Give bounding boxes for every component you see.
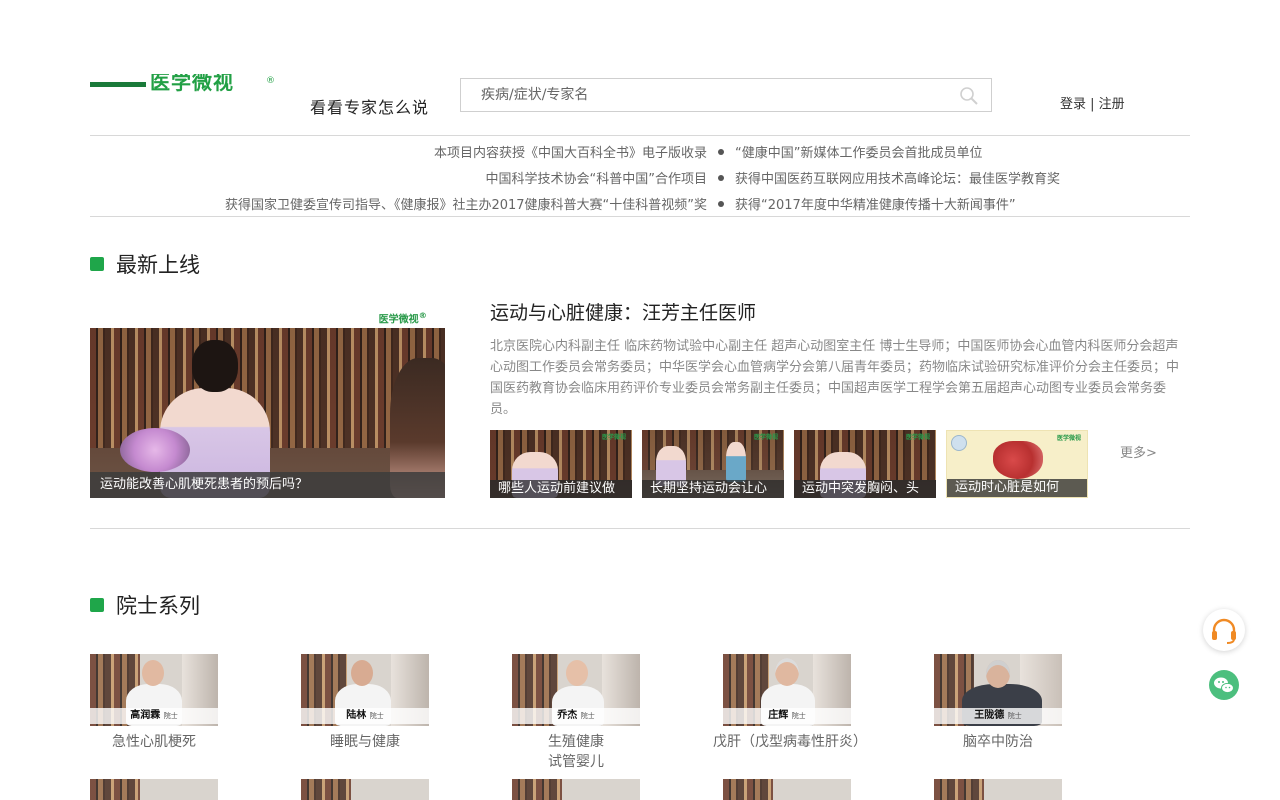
login-link[interactable]: 登录	[1060, 97, 1086, 112]
award-row: 获得国家卫健委宣传司指导、《健康报》社主办2017健康科普大赛“十佳科普视频”奖…	[90, 194, 1190, 214]
person-head	[775, 658, 799, 686]
academician-topic[interactable]: 脑卒中防治	[914, 732, 1082, 752]
award-text: 获得中国医药互联网应用技术高峰论坛：最佳医学教育奖	[735, 172, 1061, 187]
academician-topic[interactable]: 生殖健康 试管婴儿	[492, 732, 660, 772]
academician-photo[interactable]: 王陇德 院士	[934, 654, 1062, 726]
feature-logo: 医学微视®	[378, 310, 427, 326]
site-logo[interactable]: 医学微视 ®	[90, 74, 280, 94]
award-text: “健康中国”新媒体工作委员会首批成员单位	[735, 146, 983, 161]
academician-photo[interactable]: 陆林 院士	[301, 654, 429, 726]
logo-bar	[90, 82, 146, 87]
auth-separator: |	[1086, 97, 1099, 112]
video-thumbnail[interactable]: 医学微视 哪些人运动前建议做	[490, 430, 632, 498]
academician-photo[interactable]: 乔杰 院士	[512, 654, 640, 726]
customer-service-button[interactable]	[1203, 609, 1245, 651]
heart-illustration	[993, 441, 1043, 479]
wechat-icon	[1209, 670, 1239, 700]
flowers	[120, 428, 190, 472]
auth-links: 登录 | 注册	[1060, 93, 1125, 112]
academician-topic[interactable]: 睡眠与健康	[281, 732, 449, 752]
academician-photo[interactable]	[723, 779, 851, 800]
header: 医学微视 ® 看看专家怎么说 登录 | 注册	[0, 0, 1280, 135]
award-text: 获得国家卫健委宣传司指导、《健康报》社主办2017健康科普大赛“十佳科普视频”奖	[224, 198, 707, 213]
academician-topic[interactable]: 急性心肌梗死	[70, 732, 238, 752]
academician-name: 陆林 院士	[301, 708, 429, 724]
academician-name: 乔杰 院士	[512, 708, 640, 724]
video-caption: 长期坚持运动会让心	[642, 480, 784, 498]
thumbnail-logo: 医学微视	[905, 434, 930, 441]
award-text: 本项目内容获授《中国大百科全书》电子版收录	[433, 146, 707, 161]
headset-icon	[1212, 618, 1236, 644]
academician-photo[interactable]	[934, 779, 1062, 800]
academician-topic[interactable]: 戊肝（戊型病毒性肝炎）	[713, 732, 867, 752]
thumbnail-logo: 医学微视	[601, 434, 626, 441]
wechat-button[interactable]	[1203, 664, 1245, 706]
video-caption: 运动时心脏是如何	[947, 479, 1087, 497]
bullet-dot	[718, 149, 724, 155]
section-marker	[90, 257, 104, 271]
video-thumbnail[interactable]: 医学微视 运动中突发胸闷、头	[794, 430, 936, 498]
bookshelf-bg	[90, 779, 140, 800]
award-row: 中国科学技术协会“科普中国”合作项目 获得中国医药互联网应用技术高峰论坛：最佳医…	[90, 168, 1190, 188]
person-head	[986, 660, 1010, 688]
speaker-hair	[192, 340, 238, 392]
video-thumbnail[interactable]: 医学微视 运动时心脏是如何	[946, 430, 1088, 498]
search-icon[interactable]	[959, 86, 979, 106]
person-head	[142, 660, 164, 686]
award-row: 本项目内容获授《中国大百科全书》电子版收录 “健康中国”新媒体工作委员会首批成员…	[90, 142, 1190, 162]
academician-name: 王陇德 院士	[934, 708, 1062, 724]
featured-video-thumbnail[interactable]: 运动能改善心肌梗死患者的预后吗？	[90, 328, 445, 498]
person-head	[566, 660, 588, 686]
section-title-text: 最新上线	[116, 253, 200, 277]
bookshelf-bg	[934, 779, 984, 800]
bookshelf-bg	[723, 779, 773, 800]
featured-video[interactable]: 医学微视® 运动能改善心肌梗死患者的预后吗？	[90, 306, 445, 498]
video-caption: 哪些人运动前建议做	[490, 480, 632, 498]
academician-photo[interactable]	[512, 779, 640, 800]
bookshelf-bg	[301, 779, 351, 800]
divider	[90, 528, 1190, 529]
academician-photo[interactable]: 高润霖 院士	[90, 654, 218, 726]
divider	[90, 216, 1190, 217]
bullet-dot	[718, 175, 724, 181]
section-title-text: 院士系列	[116, 594, 200, 618]
expert-description: 北京医院心内科副主任 临床药物试验中心副主任 超声心动图室主任 博士生导师；中国…	[490, 339, 1180, 417]
bullet-dot	[718, 201, 724, 207]
video-series-title[interactable]: 运动与心脏健康：汪芳主任医师	[490, 298, 756, 325]
academician-photo[interactable]: 庄辉 院士	[723, 654, 851, 726]
section-marker	[90, 598, 104, 612]
register-link[interactable]: 注册	[1099, 97, 1125, 112]
section-title-latest: 最新上线	[90, 249, 200, 279]
avatar	[951, 435, 967, 451]
award-text: 中国科学技术协会“科普中国”合作项目	[485, 172, 707, 187]
more-link[interactable]: 更多>	[1120, 442, 1157, 461]
video-thumbnail[interactable]: 医学微视 长期坚持运动会让心	[642, 430, 784, 498]
bookshelf-bg	[512, 779, 562, 800]
academician-name: 高润霖 院士	[90, 708, 218, 724]
thumbnail-logo: 医学微视	[1056, 435, 1081, 442]
site-tagline: 看看专家怎么说	[310, 98, 430, 117]
speaker-figure	[726, 442, 746, 482]
featured-video-caption: 运动能改善心肌梗死患者的预后吗？	[90, 472, 445, 498]
academician-name: 庄辉 院士	[723, 708, 851, 724]
divider	[90, 135, 1190, 136]
person-head	[351, 660, 373, 686]
search-input[interactable]	[461, 79, 941, 111]
award-text: 获得“2017年度中华精准健康传播十大新闻事件”	[735, 198, 1016, 213]
academician-photo[interactable]	[301, 779, 429, 800]
logo-text: 医学微视	[150, 74, 234, 94]
search-box	[460, 78, 992, 112]
thumbnail-logo: 医学微视	[753, 434, 778, 441]
video-caption: 运动中突发胸闷、头	[794, 480, 936, 498]
section-title-academician: 院士系列	[90, 590, 200, 620]
logo-reg-mark: ®	[266, 76, 275, 86]
academician-photo[interactable]	[90, 779, 218, 800]
